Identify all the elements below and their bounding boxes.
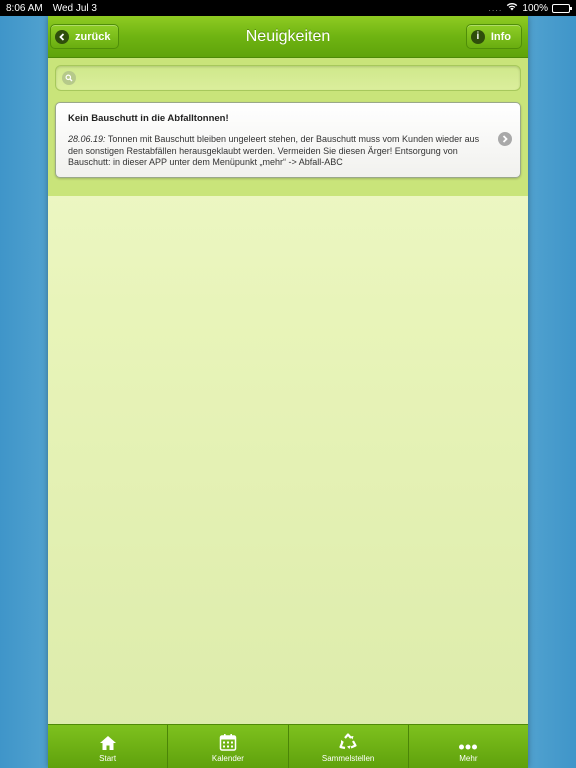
- status-time: 8:06 AM: [6, 2, 43, 14]
- search-icon: [62, 71, 76, 85]
- search-bar[interactable]: [55, 65, 521, 91]
- tab-start[interactable]: Start: [48, 725, 167, 768]
- status-right: .... 100%: [488, 2, 572, 14]
- news-item-title: Kein Bauschutt in die Abfalltonnen!: [68, 113, 229, 124]
- status-bar: 8:06 AM Wed Jul 3 .... 100%: [0, 0, 576, 16]
- news-item-body: Tonnen mit Bauschutt bleiben ungeleert s…: [68, 134, 480, 167]
- page-title: Neuigkeiten: [245, 27, 331, 45]
- battery-icon: [552, 3, 572, 13]
- more-icon: [459, 744, 478, 750]
- tab-mehr[interactable]: Mehr: [407, 725, 528, 768]
- tab-sammelstellen[interactable]: Sammelstellen: [287, 725, 408, 768]
- news-item-text: 28.06.19: Tonnen mit Bauschutt bleiben u…: [68, 134, 490, 169]
- tab-sammelstellen-label: Sammelstellen: [321, 754, 375, 763]
- tab-mehr-label: Mehr: [459, 754, 478, 763]
- news-item-date: 28.06.19:: [68, 134, 106, 144]
- tab-start-label: Start: [99, 754, 117, 763]
- signal-dots-icon: ....: [488, 3, 503, 13]
- info-icon: i: [470, 29, 485, 44]
- header-bar: zurück Neuigkeiten i Info: [48, 16, 528, 58]
- tab-bar: Start Kalender Sammelstellen Mehr: [48, 724, 528, 768]
- calendar-icon: [219, 734, 237, 751]
- tab-kalender[interactable]: Kalender: [167, 725, 287, 768]
- status-date: Wed Jul 3: [52, 2, 97, 14]
- info-button-label: Info: [490, 30, 511, 43]
- wifi-icon: [506, 2, 518, 14]
- back-button[interactable]: zurück: [50, 24, 120, 49]
- back-button-label: zurück: [75, 30, 111, 43]
- app-frame: zurück Neuigkeiten i Info Kein Bauschutt…: [48, 16, 528, 768]
- chevron-right-icon[interactable]: [498, 132, 512, 146]
- tab-kalender-label: Kalender: [211, 754, 244, 763]
- news-item[interactable]: Kein Bauschutt in die Abfalltonnen! 28.0…: [55, 102, 521, 178]
- battery-percent: 100%: [522, 2, 548, 14]
- recycle-icon: [339, 733, 357, 750]
- home-icon: [99, 736, 116, 750]
- content-area: Kein Bauschutt in die Abfalltonnen! 28.0…: [48, 58, 528, 196]
- search-input[interactable]: [80, 72, 514, 84]
- chevron-left-icon: [55, 29, 69, 44]
- info-button[interactable]: i Info: [465, 24, 522, 49]
